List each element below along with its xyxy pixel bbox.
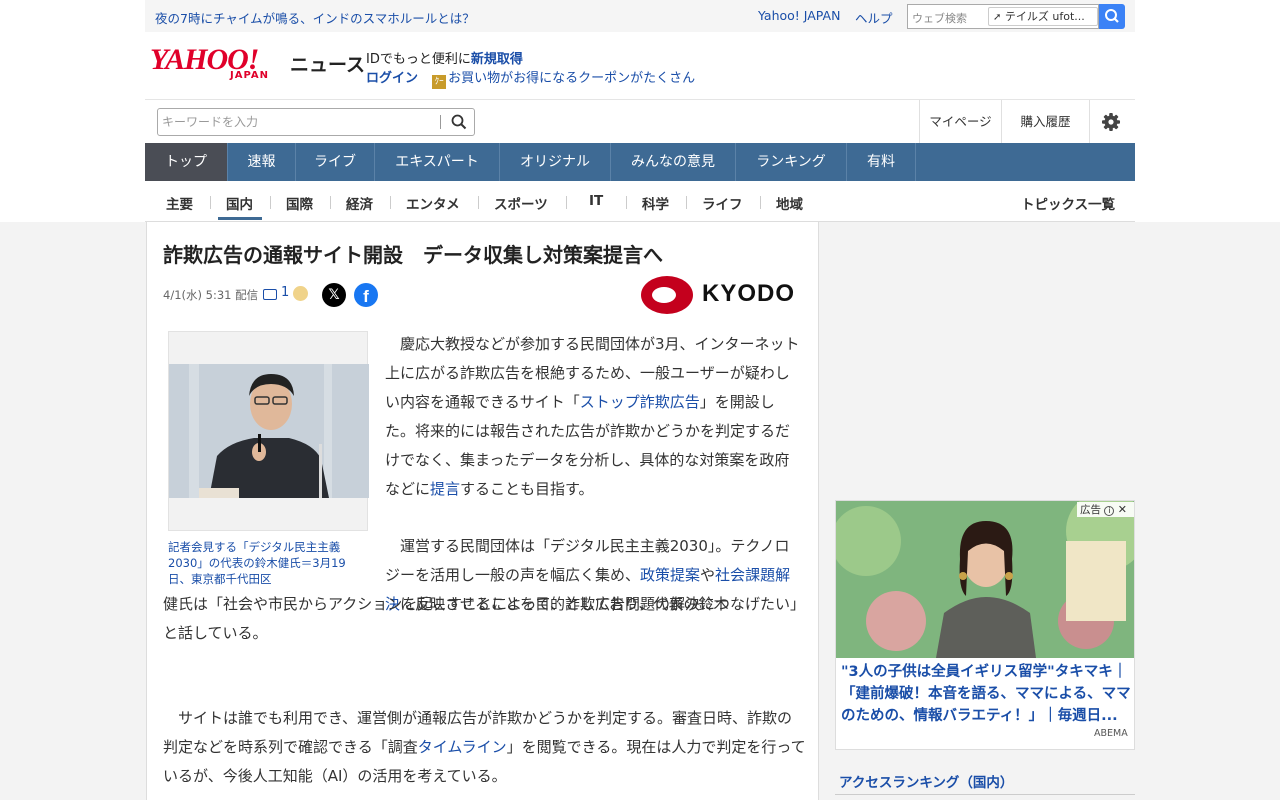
ad-image [836, 501, 1134, 658]
category-main[interactable]: 主要 [166, 193, 193, 213]
ad-label[interactable]: 広告 i ✕ [1077, 502, 1134, 517]
comment-count: 1 [281, 285, 290, 300]
article: 詐欺広告の通報サイト開設 データ収集し対策案提言へ 4/1(水) 5:31 配信… [146, 222, 819, 800]
category-it[interactable]: IT [589, 193, 603, 209]
main-nav-paid[interactable]: 有料 [847, 143, 916, 181]
reaction-smile-icon[interactable] [293, 286, 308, 301]
trending-icon: ➚ [993, 12, 1002, 23]
settings-button[interactable] [1089, 100, 1131, 144]
search-icon[interactable] [450, 113, 468, 131]
id-promo: IDでもっと便利に新規取得 [366, 48, 523, 67]
category-divider [566, 196, 567, 209]
press-conference-photo [169, 364, 369, 498]
purchase-history-link[interactable]: 購入履歴 [1001, 100, 1089, 144]
category-sports[interactable]: スポーツ [494, 193, 548, 213]
yahoo-japan-link[interactable]: Yahoo! JAPAN [758, 8, 840, 23]
keyword-search-input[interactable] [162, 113, 432, 131]
search-divider [440, 115, 441, 129]
source-name: KYODO [702, 280, 796, 307]
info-icon: i [1104, 506, 1115, 516]
source-logo-kyodo[interactable]: KYODO [640, 274, 800, 316]
ad-brand: ABEMA [1094, 728, 1128, 739]
comment-icon [263, 289, 277, 300]
category-divider [270, 196, 271, 209]
yahoo-logo-japan: JAPAN [230, 70, 269, 81]
search-icon [1105, 9, 1119, 23]
ad-headline[interactable]: "3人の子供は全員イギリス留学"タキマキ｜「建前爆破！本音を語る、ママによる、マ… [841, 661, 1131, 727]
main-nav-breaking[interactable]: 速報 [228, 143, 296, 181]
category-nav: 主要 国内 国際 経済 エンタメ スポーツ IT 科学 ライフ 地域 トピックス… [145, 181, 1135, 222]
category-entertainment[interactable]: エンタメ [406, 193, 460, 213]
news-section-title: ニュース [290, 54, 366, 76]
web-search-input[interactable]: ウェブ検索 ➚ テイルズ ufot... [907, 4, 1099, 29]
category-economy[interactable]: 経済 [346, 193, 373, 213]
ranking-divider [835, 794, 1135, 795]
article-headline: 詐欺広告の通報サイト開設 データ収集し対策案提言へ [163, 243, 663, 267]
access-ranking-title: アクセスランキング（国内） [839, 775, 1014, 791]
promo-link[interactable]: 夜の7時にチャイムが鳴る、インドのスマホルールとは？ [155, 8, 475, 27]
main-nav-original[interactable]: オリジナル [500, 143, 611, 181]
user-nav: マイページ 購入履歴 [919, 100, 1131, 144]
yahoo-news-logo[interactable]: YAHOO! JAPAN ニュース [150, 45, 365, 82]
help-link[interactable]: ヘルプ [855, 8, 893, 27]
stop-fraud-ad-link[interactable]: ストップ詐欺広告 [580, 393, 700, 411]
category-divider [626, 196, 627, 209]
register-link[interactable]: 新規取得 [471, 52, 523, 67]
keyword-search-box [157, 108, 475, 136]
share-x-button[interactable]: 𝕏 [322, 283, 346, 307]
article-paragraph: 慶応大教授などが参加する民間団体が3月、インターネット上に広がる詐欺広告を根絶す… [385, 335, 800, 498]
login-link[interactable]: ログイン [366, 71, 418, 86]
article-photo[interactable] [168, 331, 369, 531]
gear-icon [1102, 113, 1120, 131]
category-science[interactable]: 科学 [642, 193, 669, 213]
article-paragraph: 健氏は「社会や市民からアクションを起こすことによって、詐欺広告問題の解決につなげ… [163, 595, 806, 642]
mypage-link[interactable]: マイページ [919, 100, 1001, 144]
category-domestic[interactable]: 国内 [226, 193, 253, 213]
top-utility-bar: 夜の7時にチャイムが鳴る、インドのスマホルールとは？ Yahoo! JAPAN … [145, 0, 1135, 32]
category-divider [330, 196, 331, 209]
active-category-underline [218, 217, 262, 220]
timeline-link[interactable]: タイムライン [418, 738, 507, 756]
main-nav-opinions[interactable]: みんなの意見 [611, 143, 736, 181]
coupon-icon: ｸｰ [432, 75, 447, 89]
category-divider [210, 196, 211, 209]
search-suggestion-chip[interactable]: ➚ テイルズ ufot... [988, 7, 1098, 26]
photo-caption[interactable]: 記者会見する「デジタル民主主義2030」の代表の鈴木健氏＝3月19日、東京都千代… [168, 539, 368, 587]
coupon-link[interactable]: お買い物がお得になるクーポンがたくさん [448, 71, 695, 86]
category-international[interactable]: 国際 [286, 193, 313, 213]
main-nav-live[interactable]: ライブ [296, 143, 375, 181]
web-search-button[interactable] [1099, 4, 1125, 29]
sidebar-ad[interactable]: 広告 i ✕ "3人の子供は全員イギリス留学"タキマキ｜「建前爆破！本音を語る、… [835, 500, 1135, 750]
search-row: マイページ 購入履歴 [145, 99, 1135, 144]
close-icon: ✕ [1117, 503, 1127, 516]
main-nav-ranking[interactable]: ランキング [736, 143, 847, 181]
publish-date: 4/1(水) 5:31 配信 [163, 288, 259, 302]
main-nav-expert[interactable]: エキスパート [375, 143, 500, 181]
ad-photo [836, 501, 1134, 658]
category-divider [478, 196, 479, 209]
web-search-placeholder: ウェブ検索 [912, 12, 967, 25]
category-divider [686, 196, 687, 209]
policy-proposal-link[interactable]: 政策提案 [640, 566, 700, 584]
login-row: ログイン ｸｰ お買い物がお得になるクーポンがたくさん [366, 67, 695, 89]
main-nav-top[interactable]: トップ [145, 143, 228, 181]
category-divider [760, 196, 761, 209]
main-nav: トップ 速報 ライブ エキスパート オリジナル みんなの意見 ランキング 有料 [145, 143, 1135, 181]
category-local[interactable]: 地域 [776, 193, 803, 213]
kyodo-mark-icon [641, 276, 693, 314]
category-divider [390, 196, 391, 209]
id-promo-text: IDでもっと便利に [366, 52, 471, 67]
proposal-link[interactable]: 提言 [430, 480, 460, 498]
topics-list-link[interactable]: トピックス一覧 [1021, 193, 1115, 213]
header-region: 夜の7時にチャイムが鳴る、インドのスマホルールとは？ Yahoo! JAPAN … [0, 0, 1280, 222]
category-life[interactable]: ライフ [702, 193, 743, 213]
share-facebook-button[interactable]: f [354, 283, 378, 307]
article-paragraph: サイトは誰でも利用でき、運営側が通報広告が詐欺かどうかを判定する。審査日時、詐欺… [163, 709, 806, 785]
